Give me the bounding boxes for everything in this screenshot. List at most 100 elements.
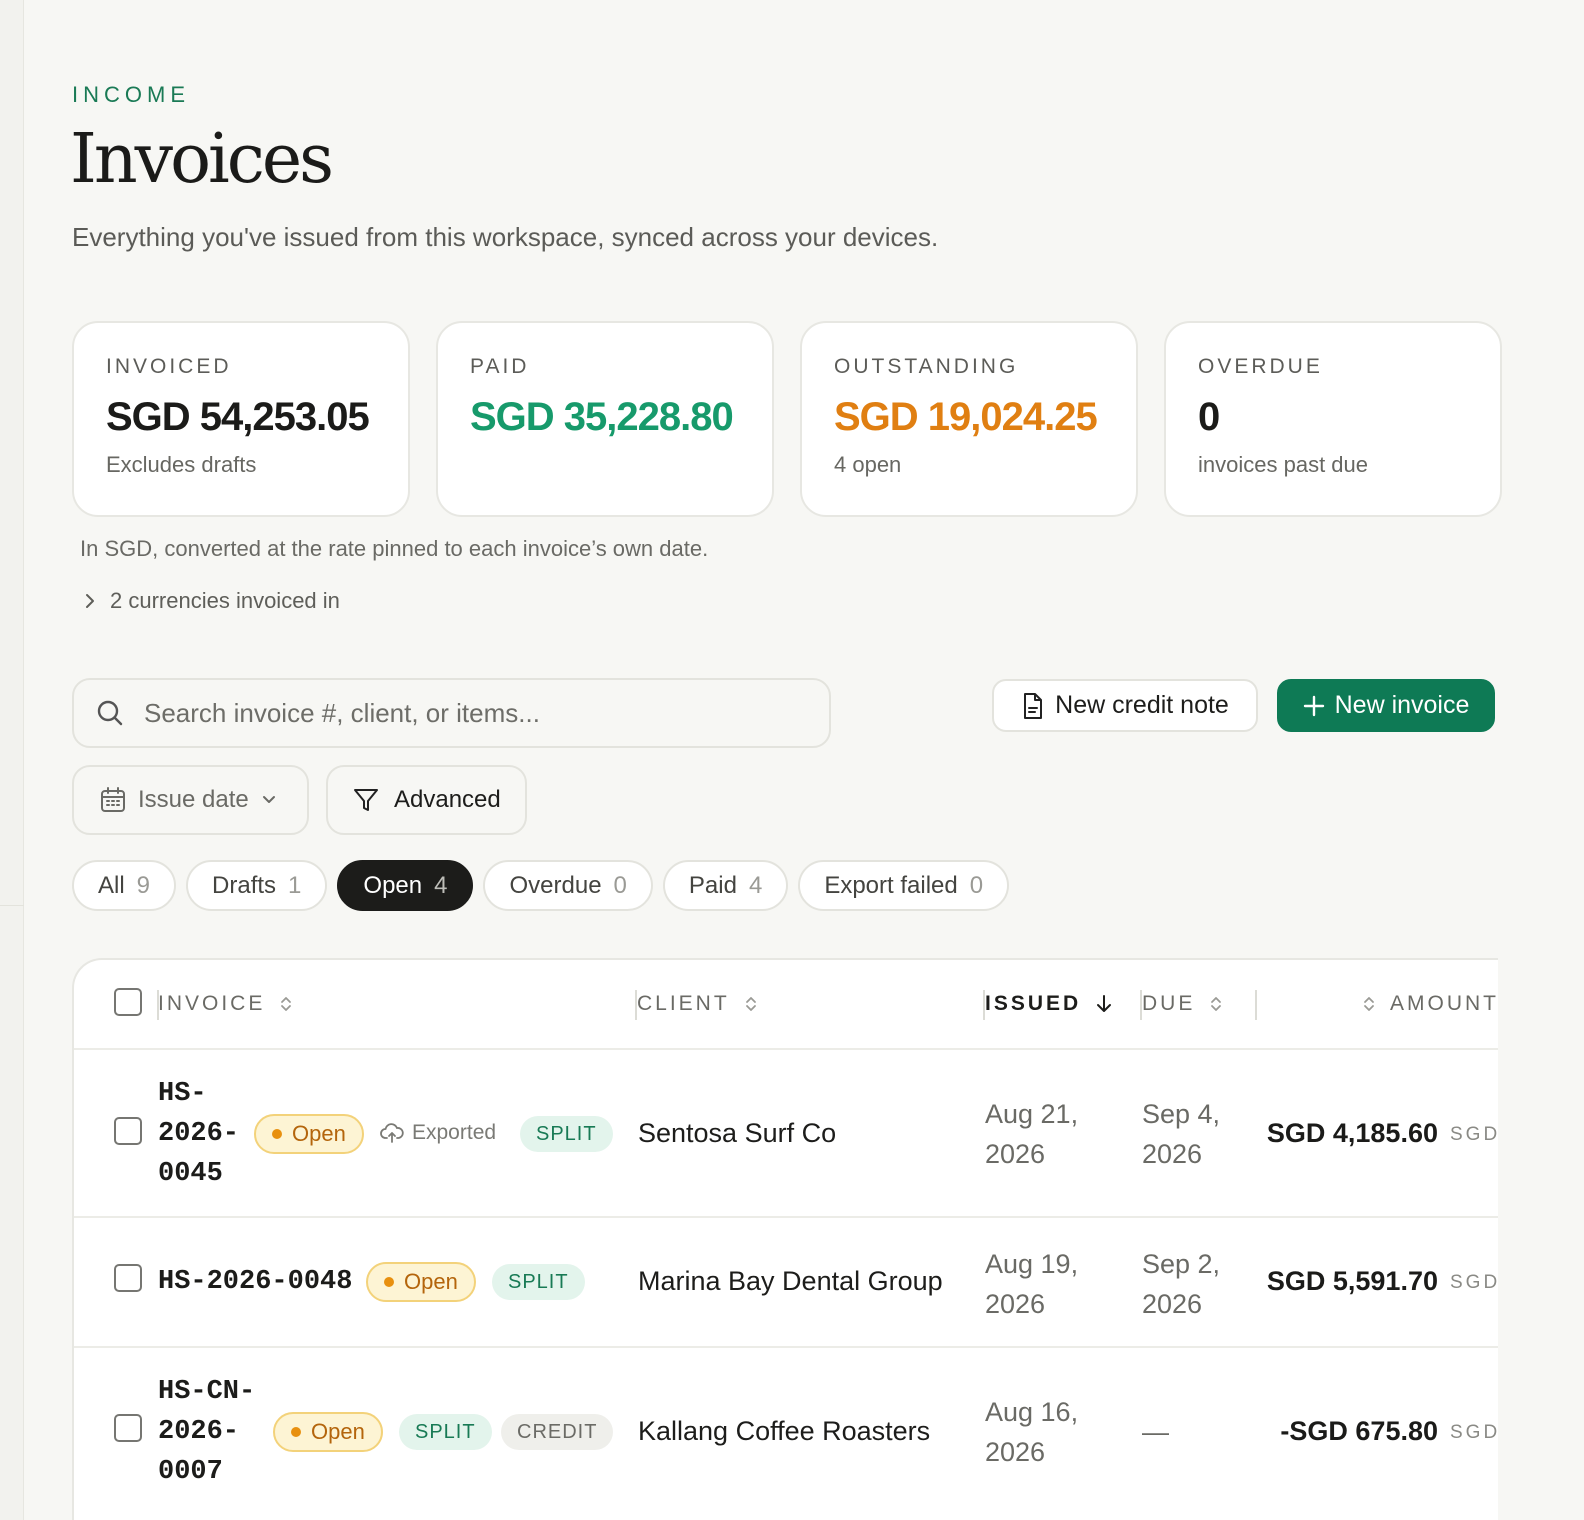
column-header-amount[interactable]: AMOUNT [1362,960,1498,1048]
column-label: ISSUED [985,992,1082,1015]
section-eyebrow: INCOME [72,82,190,107]
due-date: Sep 4, 2026 [1142,1094,1220,1174]
search-input[interactable] [144,697,784,729]
stat-label: OVERDUE [1198,355,1323,378]
invoice-number-part: 0007 [158,1457,223,1487]
status-badge: Open [366,1262,476,1302]
table-row[interactable]: HS-CN- 2026- 0007 Open SPLIT CREDIT Kall… [74,1348,1498,1518]
column-resize-handle[interactable] [1255,990,1257,1020]
advanced-label: Advanced [394,786,501,813]
chip-label: Open [363,871,423,899]
stat-card-outstanding: OUTSTANDING SGD 19,024.25 4 open [800,321,1138,517]
page-title: Invoices [70,120,334,199]
stat-card-invoiced: INVOICED SGD 54,253.05 Excludes drafts [72,321,410,517]
table-row[interactable]: HS-2026-0048 Open SPLIT Marina Bay Denta… [74,1218,1498,1348]
invoice-number-part: 2026- [158,1417,240,1447]
chip-all[interactable]: All 9 [72,860,177,911]
sort-descending-icon [1097,995,1112,1012]
stat-label: INVOICED [106,355,232,378]
issued-date-part: Aug 19, [985,1249,1079,1279]
chevron-down-icon [262,796,275,803]
stats-row: INVOICED SGD 54,253.05 Excludes drafts P… [72,321,1502,517]
column-label: AMOUNT [1390,992,1498,1015]
due-date-part: — [1142,1417,1169,1447]
status-badge: Open [273,1412,383,1452]
chip-overdue[interactable]: Overdue 0 [483,860,653,911]
currency-code: SGD [1450,1124,1498,1145]
row-checkbox[interactable] [114,1264,142,1292]
row-checkbox[interactable] [114,1414,142,1442]
search-icon [97,700,123,726]
sort-icon [1211,997,1222,1011]
rail-divider [0,905,24,906]
sort-icon [1364,997,1374,1011]
row-checkbox[interactable] [114,1117,142,1145]
chip-count: 1 [288,871,302,899]
invoice-number-part: 0045 [158,1159,223,1189]
search-box[interactable] [72,678,831,748]
table-row[interactable]: HS- 2026- 0045 Open Exported SPLIT Sento… [74,1050,1498,1218]
chip-export-failed[interactable]: Export failed 0 [798,860,1010,911]
new-credit-note-label: New credit note [1055,691,1229,719]
split-tag: SPLIT [492,1264,585,1300]
issued-date-part: Aug 21, [985,1099,1079,1129]
page-subtitle: Everything you've issued from this works… [72,222,939,252]
due-date: — [1142,1412,1169,1452]
issued-date-part: Aug 16, [985,1397,1079,1427]
due-date-part: Sep 4, [1142,1099,1221,1129]
advanced-filter-button[interactable]: Advanced [326,765,527,835]
due-date: Sep 2, 2026 [1142,1244,1220,1324]
chip-paid[interactable]: Paid 4 [662,860,789,911]
credit-tag: CREDIT [501,1414,614,1450]
status-dot [384,1277,394,1287]
issued-date: Aug 16, 2026 [985,1392,1078,1472]
currencies-toggle-label: 2 currencies invoiced in [110,588,340,613]
column-header-invoice[interactable]: INVOICE [158,960,293,1048]
column-header-client[interactable]: CLIENT [637,960,758,1048]
stat-note: 4 open [834,452,902,477]
invoice-number[interactable]: HS- 2026- 0045 [158,1074,239,1194]
client-name: Marina Bay Dental Group [638,1266,943,1296]
invoice-amount: SGD 4,185.60 [1266,1118,1438,1148]
stat-value: SGD 54,253.05 [106,395,370,439]
invoice-amount: -SGD 675.80 [1280,1416,1438,1446]
new-invoice-label: New invoice [1334,691,1470,719]
table-header: INVOICE CLIENT ISSUED DUE AMOUNT [74,960,1498,1050]
document-icon [1024,692,1043,719]
new-credit-note-button[interactable]: New credit note [992,679,1258,732]
chip-label: Paid [688,871,737,899]
currency-code: SGD [1450,1422,1498,1443]
exported-indicator: Exported [380,1121,496,1145]
column-label: DUE [1142,992,1196,1015]
stat-value: 0 [1198,395,1220,439]
stat-value: SGD 19,024.25 [834,395,1098,439]
status-badge: Open [254,1114,364,1154]
split-tag: SPLIT [399,1414,492,1450]
chevron-right-icon [86,594,94,608]
status-label: Open [292,1121,346,1146]
chip-count: 9 [136,871,151,899]
calendar-icon [101,787,125,812]
chip-label: Drafts [212,871,277,899]
stat-note: Excludes drafts [106,452,257,477]
conversion-note: In SGD, converted at the rate pinned to … [80,536,709,561]
invoice-number[interactable]: HS-CN- 2026- 0007 [158,1372,255,1492]
status-dot [272,1129,282,1139]
invoice-number-part: HS-2026-0048 [158,1267,353,1297]
issued-date: Aug 19, 2026 [985,1244,1078,1324]
invoice-number[interactable]: HS-2026-0048 [158,1262,352,1302]
filter-icon [354,789,378,811]
chip-open[interactable]: Open 4 [337,860,474,911]
chip-count: 0 [969,871,984,899]
select-all-checkbox[interactable] [114,988,142,1016]
column-header-due[interactable]: DUE [1142,960,1223,1048]
chip-drafts[interactable]: Drafts 1 [186,860,328,911]
new-invoice-button[interactable]: New invoice [1277,679,1495,732]
issue-date-filter[interactable]: Issue date [72,765,309,835]
column-header-issued[interactable]: ISSUED [985,960,1113,1048]
status-label: Open [404,1269,458,1294]
status-dot [291,1427,301,1437]
invoice-number-part: 2026- [158,1119,240,1149]
currencies-toggle[interactable]: 2 currencies invoiced in [84,588,340,614]
column-label: CLIENT [637,992,730,1015]
